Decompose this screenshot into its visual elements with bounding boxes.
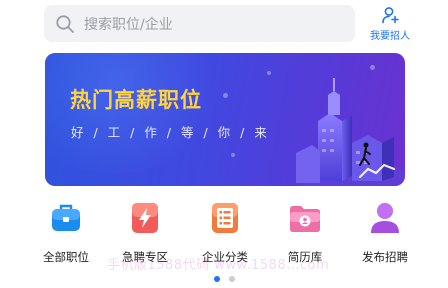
add-person-icon (382, 7, 399, 24)
banner-subtitle: 好 / 工 / 作 / 等 / 你 / 来 (71, 125, 270, 140)
banner-dot (231, 153, 235, 157)
entry-all-jobs[interactable]: 全部职位 (31, 200, 101, 265)
person-icon (371, 203, 399, 233)
briefcase-icon (52, 204, 80, 231)
pager-dot-active[interactable] (214, 276, 220, 282)
search-icon (56, 14, 74, 33)
banner-dot (370, 65, 375, 70)
entry-post-job[interactable]: 发布招聘 (350, 200, 420, 265)
banner-pager (0, 276, 448, 282)
pager-dot[interactable] (229, 276, 235, 282)
search-bar[interactable]: 搜索职位/企业 (44, 5, 355, 42)
banner-dot (223, 93, 228, 98)
watermark: 手机版1588代码 www.1588...com (107, 258, 330, 273)
recruit-button[interactable]: 我要招人 (366, 6, 414, 42)
banner-dot (267, 71, 271, 75)
hot-jobs-banner[interactable]: 热门高薪职位 好 / 工 / 作 / 等 / 你 / 来 (45, 53, 405, 186)
list-icon (212, 203, 238, 233)
recruit-label: 我要招人 (370, 31, 410, 42)
entry-label: 发布招聘 (362, 250, 408, 264)
entry-label: 全部职位 (43, 250, 89, 264)
search-placeholder: 搜索职位/企业 (84, 16, 173, 33)
banner-title: 热门高薪职位 (70, 88, 202, 112)
city-illustration (296, 78, 405, 186)
folder-icon (290, 206, 320, 232)
lightning-icon (132, 203, 158, 233)
